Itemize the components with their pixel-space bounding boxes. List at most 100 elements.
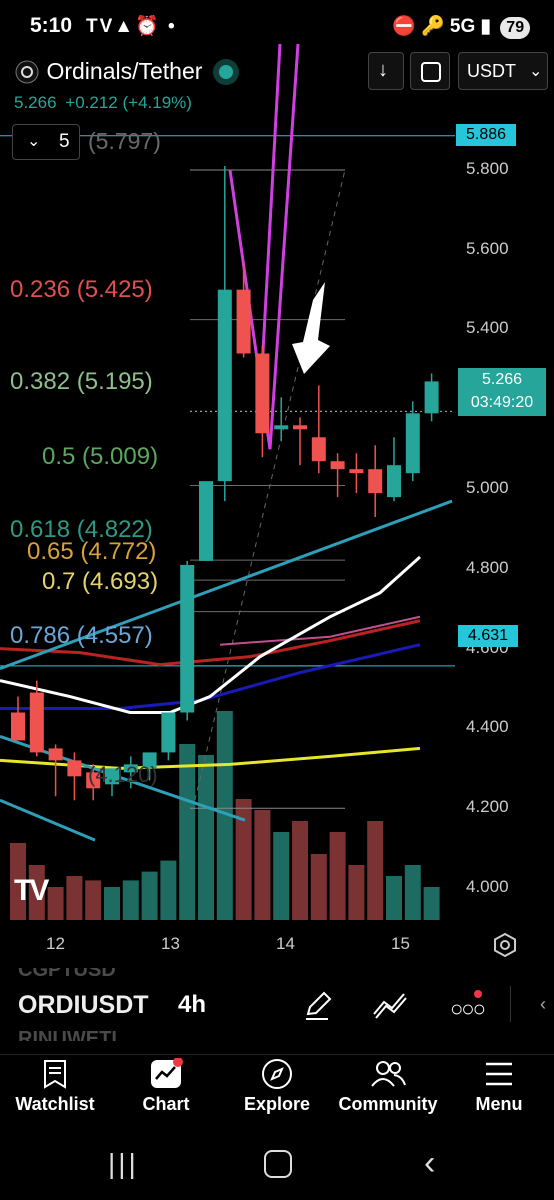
candle-body: [311, 437, 326, 462]
currency-label: USDT: [467, 61, 516, 81]
hexagon-settings-icon: [494, 932, 516, 958]
nav-chart[interactable]: Chart: [111, 1058, 221, 1115]
chevron-down-icon: ⌄: [27, 133, 41, 150]
fib-top-price-label: 5.886: [456, 124, 516, 146]
next-symbol[interactable]: RINUWETI: [18, 1028, 117, 1041]
pencil-icon: [306, 991, 332, 1020]
nav-label: Menu: [475, 1094, 523, 1114]
compare-button[interactable]: [372, 990, 408, 1025]
price-tick-label: 4.000: [466, 877, 509, 896]
volume-bar: [104, 887, 120, 920]
price-tick-label: 4.800: [466, 558, 509, 577]
nav-watchlist[interactable]: Watchlist: [0, 1058, 110, 1115]
candle-body: [180, 564, 195, 713]
prev-symbol[interactable]: CGPTUSD: [18, 968, 116, 982]
nav-label: Community: [338, 1094, 438, 1114]
currency-select[interactable]: USDT ⌄: [458, 52, 548, 90]
candle-body: [274, 425, 289, 430]
volume-bar: [254, 810, 271, 920]
arrow-down-icon: ↓: [378, 59, 388, 81]
indicator-value: (5.797): [88, 128, 161, 154]
more-options-button[interactable]: ○○○: [450, 988, 486, 1021]
fib-level-label: 0.7 (4.693): [42, 568, 159, 595]
chart-nav-icon: [151, 1058, 183, 1088]
volume-bar: [404, 865, 421, 920]
volume-bar: [141, 871, 158, 920]
chevron-left-icon[interactable]: ‹: [540, 994, 546, 1015]
trend-line-lower-2: [0, 798, 96, 842]
volume-bar: [386, 876, 402, 920]
nav-explore[interactable]: Explore: [222, 1058, 332, 1115]
time-tick-label: 13: [161, 934, 180, 953]
people-icon: [371, 1061, 406, 1087]
interval-selector[interactable]: 4h: [178, 991, 206, 1019]
candle-body: [330, 461, 345, 470]
back-icon[interactable]: ‹: [424, 1144, 435, 1183]
nav-community[interactable]: Community: [333, 1058, 443, 1115]
price-tick-label: 5.400: [466, 318, 509, 337]
arrow-annotation: [292, 282, 330, 374]
candle-body: [29, 692, 44, 753]
bottom-nav: Watchlist Chart Explore Community Menu: [0, 1056, 554, 1126]
dots-icon: ○○○: [450, 996, 486, 1021]
current-symbol[interactable]: ORDIUSDT: [18, 991, 149, 1020]
nav-label: Chart: [142, 1094, 190, 1114]
watchlist-icon: [44, 1060, 66, 1089]
volume-bar: [367, 821, 384, 920]
hamburger-icon: [486, 1062, 512, 1086]
download-button[interactable]: ↓: [368, 52, 404, 90]
volume-bar: [310, 854, 327, 920]
drawing-tool-button[interactable]: [302, 988, 336, 1027]
chart-settings-button[interactable]: [492, 932, 518, 963]
recent-apps-icon[interactable]: |||: [108, 1148, 139, 1180]
fib-level-label: 0.236 (5.425): [10, 276, 153, 303]
nav-menu[interactable]: Menu: [444, 1058, 554, 1115]
volume-bar: [160, 860, 177, 920]
magenta-line: [268, 43, 300, 450]
chart-header: Ordinals/Tether: [14, 58, 233, 85]
last-price: 5.266: [14, 93, 57, 112]
time-tick-label: 12: [46, 934, 65, 953]
volume-bar: [122, 880, 139, 920]
price-tick-label: 5.800: [466, 159, 509, 178]
candle-body: [368, 469, 383, 494]
candle-body: [424, 381, 439, 414]
price-change: +0.212 (+4.19%): [65, 93, 192, 112]
chevron-down-icon: ⌄: [529, 63, 543, 80]
symbol-title[interactable]: Ordinals/Tether: [46, 58, 202, 84]
current-price-value: 5.266: [481, 371, 523, 388]
ma-blue-line: [0, 643, 421, 711]
candle-body: [387, 465, 401, 498]
trend-lines-icon: [373, 993, 407, 1019]
magenta-line: [260, 43, 282, 370]
volume-bar: [85, 880, 102, 920]
time-tick-label: 14: [276, 934, 295, 953]
volume-bar: [329, 832, 346, 920]
nav-label: Watchlist: [15, 1094, 95, 1114]
indicators-toggle-button[interactable]: ⌄ 5: [12, 124, 80, 160]
fullscreen-button[interactable]: [410, 52, 450, 90]
candle-body: [11, 712, 25, 741]
indicator-count: 5: [59, 131, 70, 152]
home-icon[interactable]: [264, 1150, 292, 1178]
fib-level-label: 0.786 (4.557): [10, 622, 153, 649]
fullscreen-icon: [421, 62, 441, 82]
candle-body: [349, 469, 364, 474]
candle-body: [236, 289, 251, 354]
volume-bar: [198, 755, 214, 920]
volume-bar: [179, 744, 196, 920]
divider: [510, 986, 511, 1022]
volume-bar: [66, 876, 83, 920]
volume-bar: [47, 887, 64, 920]
tradingview-logo: TV: [14, 874, 49, 907]
candle-body: [48, 748, 63, 761]
candle-body: [405, 413, 420, 474]
countdown: 03:49:20: [470, 394, 534, 411]
price-change-row: 5.266 +0.212 (+4.19%): [14, 93, 192, 113]
candle-body: [255, 353, 270, 434]
candle-body: [67, 760, 82, 777]
volume-bar: [348, 865, 365, 920]
compass-icon: [262, 1059, 292, 1089]
candle-body: [199, 481, 213, 561]
price-tick-label: 4.400: [466, 717, 509, 736]
